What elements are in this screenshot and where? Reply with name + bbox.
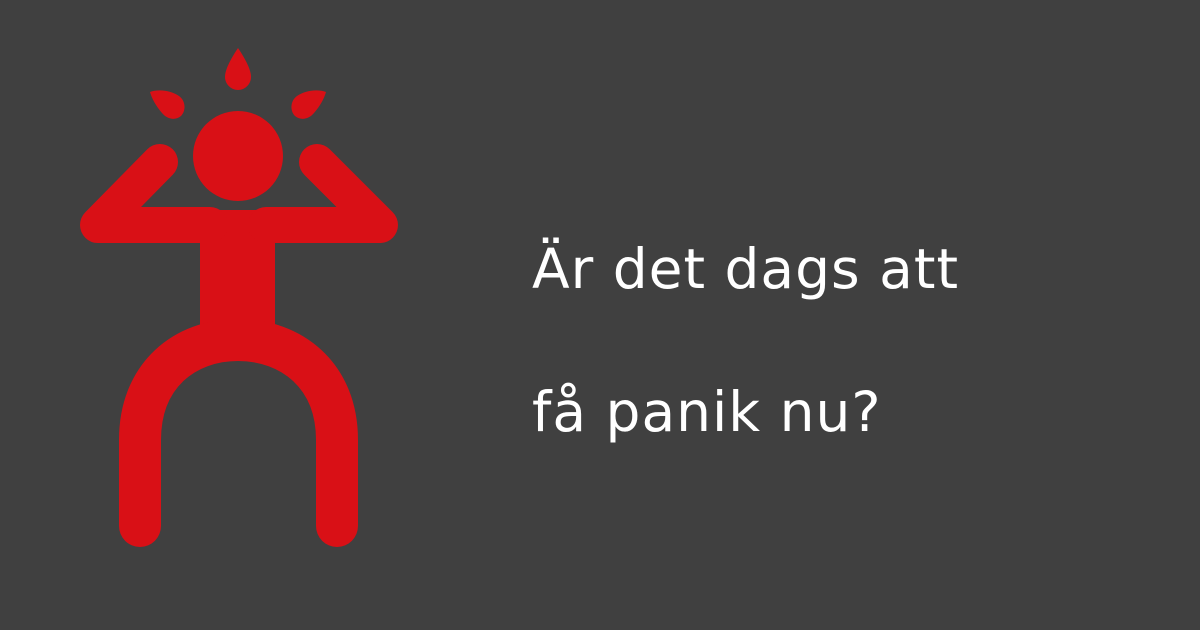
stress-drop-top xyxy=(225,48,251,90)
stress-drop-left xyxy=(150,90,185,119)
panic-figure xyxy=(0,0,480,630)
figure-legs xyxy=(119,319,358,547)
panicking-person-icon xyxy=(80,48,398,547)
headline: Är det dags att få panik nu? xyxy=(532,198,1172,484)
headline-line-1: Är det dags att xyxy=(532,237,960,301)
figure-left-arm xyxy=(80,144,228,243)
figure-head xyxy=(193,111,283,201)
figure-right-arm xyxy=(248,144,398,243)
headline-line-2: få panik nu? xyxy=(532,380,882,444)
stress-drop-right xyxy=(291,90,326,119)
